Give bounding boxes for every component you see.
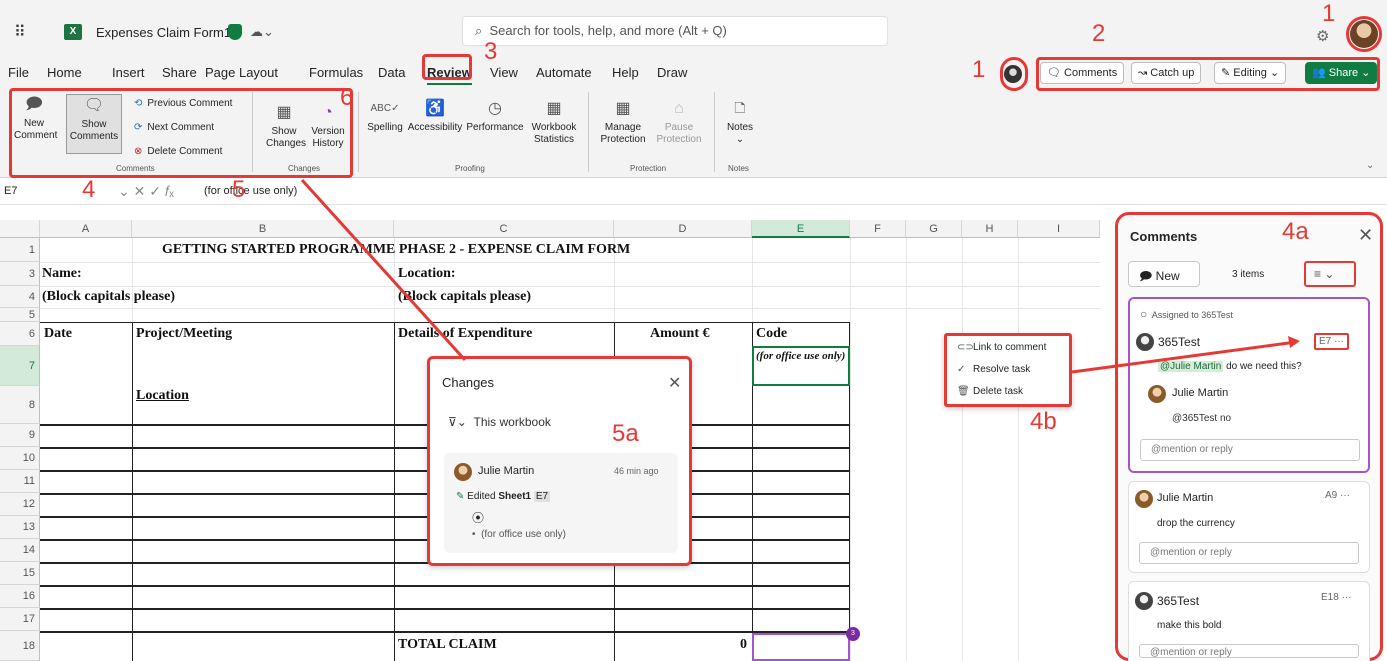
arrowhead (1288, 336, 1300, 348)
callout-1b: 1 (972, 56, 986, 83)
callout-arrow-5 (300, 178, 467, 362)
callout-4: 4 (82, 176, 96, 203)
highlight-account (1346, 16, 1382, 52)
highlight-ribbon-comments (9, 88, 353, 178)
highlight-review-tab (422, 54, 472, 80)
callout-5: 5 (232, 176, 246, 203)
callout-3: 3 (484, 38, 498, 65)
callout-4a: 4a (1282, 218, 1309, 245)
callout-6: 6 (340, 84, 354, 111)
callout-4b: 4b (1030, 408, 1057, 435)
callout-1: 1 (1322, 0, 1336, 27)
callout-5a: 5a (612, 420, 639, 447)
callout-arrow-4b (1071, 340, 1297, 374)
callout-2: 2 (1092, 20, 1106, 47)
highlight-header-buttons (1036, 57, 1380, 91)
highlight-collaborator (1000, 57, 1028, 91)
